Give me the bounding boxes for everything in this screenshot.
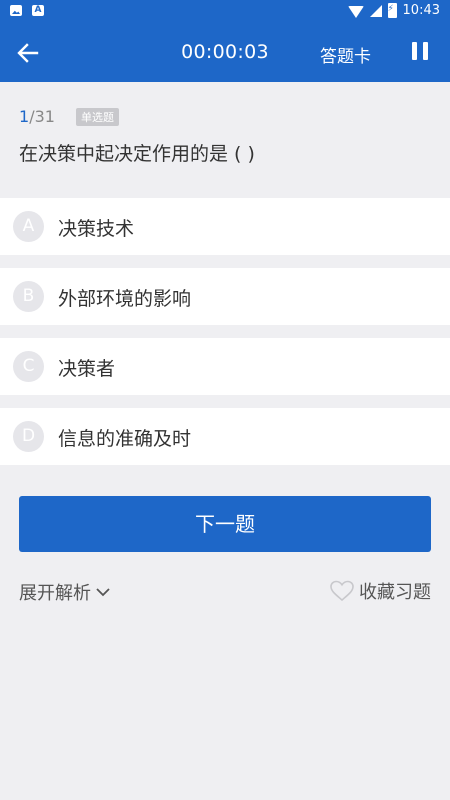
option-text: 决策者 — [58, 358, 116, 380]
option-text: 信息的准确及时 — [58, 428, 192, 450]
option-c[interactable]: C 决策者 — [0, 338, 450, 395]
option-text: 决策技术 — [58, 218, 135, 240]
wifi-icon — [347, 5, 364, 18]
status-time: 10:43 — [402, 3, 440, 18]
answer-card-button[interactable]: 答题卡 — [320, 42, 371, 67]
a-icon: A — [32, 5, 44, 16]
image-icon — [10, 5, 22, 16]
timer: 00:00:03 — [181, 41, 269, 63]
option-letter: A — [13, 211, 44, 242]
battery-icon — [387, 3, 397, 18]
option-b[interactable]: B 外部环境的影响 — [0, 268, 450, 325]
favorite-button[interactable]: 收藏习题 — [329, 578, 431, 604]
pause-icon[interactable] — [410, 40, 430, 62]
option-a[interactable]: A 决策技术 — [0, 198, 450, 255]
option-letter: B — [13, 281, 44, 312]
signal-icon — [369, 4, 382, 17]
status-bar: A 10:43 — [0, 0, 450, 24]
expand-analysis-button[interactable]: 展开解析 — [19, 579, 111, 605]
expand-analysis-label: 展开解析 — [19, 583, 91, 604]
option-letter: C — [13, 351, 44, 382]
heart-icon — [330, 580, 354, 602]
question-progress: 1/31 — [19, 107, 55, 126]
question-current: 1 — [19, 107, 30, 126]
favorite-label: 收藏习题 — [359, 582, 431, 603]
next-question-button[interactable]: 下一题 — [19, 496, 431, 552]
question-block: 1/31 单选题 在决策中起决定作用的是 ( ) — [0, 83, 450, 183]
question-type-badge: 单选题 — [76, 108, 119, 126]
option-text: 外部环境的影响 — [58, 288, 192, 310]
question-total: /31 — [29, 107, 55, 126]
chevron-down-icon — [96, 588, 110, 597]
option-d[interactable]: D 信息的准确及时 — [0, 408, 450, 465]
option-letter: D — [13, 421, 44, 452]
question-text: 在决策中起决定作用的是 ( ) — [19, 143, 255, 165]
top-app-bar: 00:00:03 答题卡 — [0, 24, 450, 82]
